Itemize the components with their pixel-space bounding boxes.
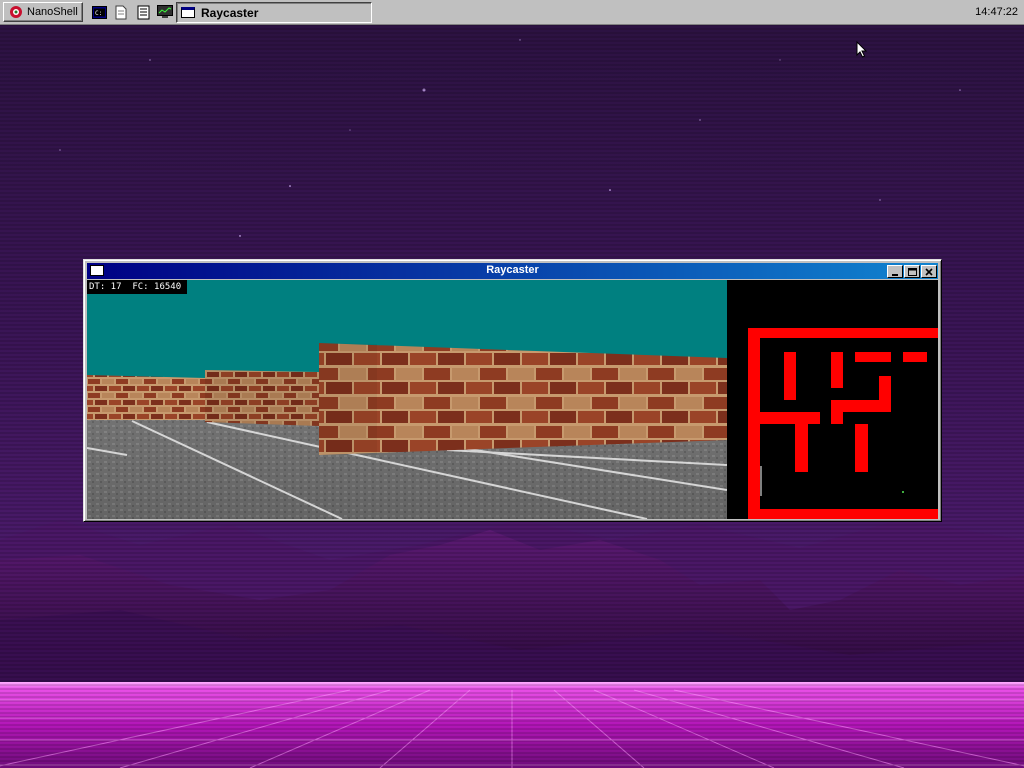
window-client-area[interactable]: DT: 17 FC: 16540 bbox=[87, 280, 938, 519]
window-titlebar[interactable]: Raycaster bbox=[87, 263, 938, 279]
maximize-icon bbox=[907, 267, 917, 276]
document-icon[interactable] bbox=[113, 4, 129, 20]
close-button[interactable] bbox=[921, 265, 937, 278]
window-title: Raycaster bbox=[486, 264, 539, 276]
minimize-button[interactable] bbox=[887, 265, 903, 278]
monitor-icon[interactable] bbox=[157, 4, 173, 20]
raycaster-window: Raycaster DT: 17 FC: 16540 bbox=[83, 259, 942, 522]
svg-text:C:: C: bbox=[95, 10, 102, 17]
minimap bbox=[727, 280, 938, 519]
start-label: NanoShell bbox=[27, 6, 78, 18]
mouse-cursor-icon bbox=[856, 41, 868, 58]
window-icon bbox=[181, 7, 195, 18]
taskbar-window-label: Raycaster bbox=[201, 5, 259, 20]
notepad-icon[interactable] bbox=[135, 4, 151, 20]
debug-hud: DT: 17 FC: 16540 bbox=[87, 280, 187, 294]
clock: 14:47:22 bbox=[975, 6, 1018, 18]
raycast-viewport[interactable] bbox=[87, 280, 727, 519]
taskbar-window-raycaster[interactable]: Raycaster bbox=[176, 2, 372, 23]
terminal-icon[interactable]: C: bbox=[91, 4, 107, 20]
taskbar: NanoShell C: Raycaster 14:47:22 bbox=[0, 0, 1024, 25]
nanoshell-logo-icon bbox=[10, 6, 22, 18]
minimize-icon bbox=[892, 273, 898, 276]
maximize-button[interactable] bbox=[904, 265, 920, 278]
close-icon bbox=[925, 267, 933, 276]
start-button[interactable]: NanoShell bbox=[3, 2, 83, 22]
